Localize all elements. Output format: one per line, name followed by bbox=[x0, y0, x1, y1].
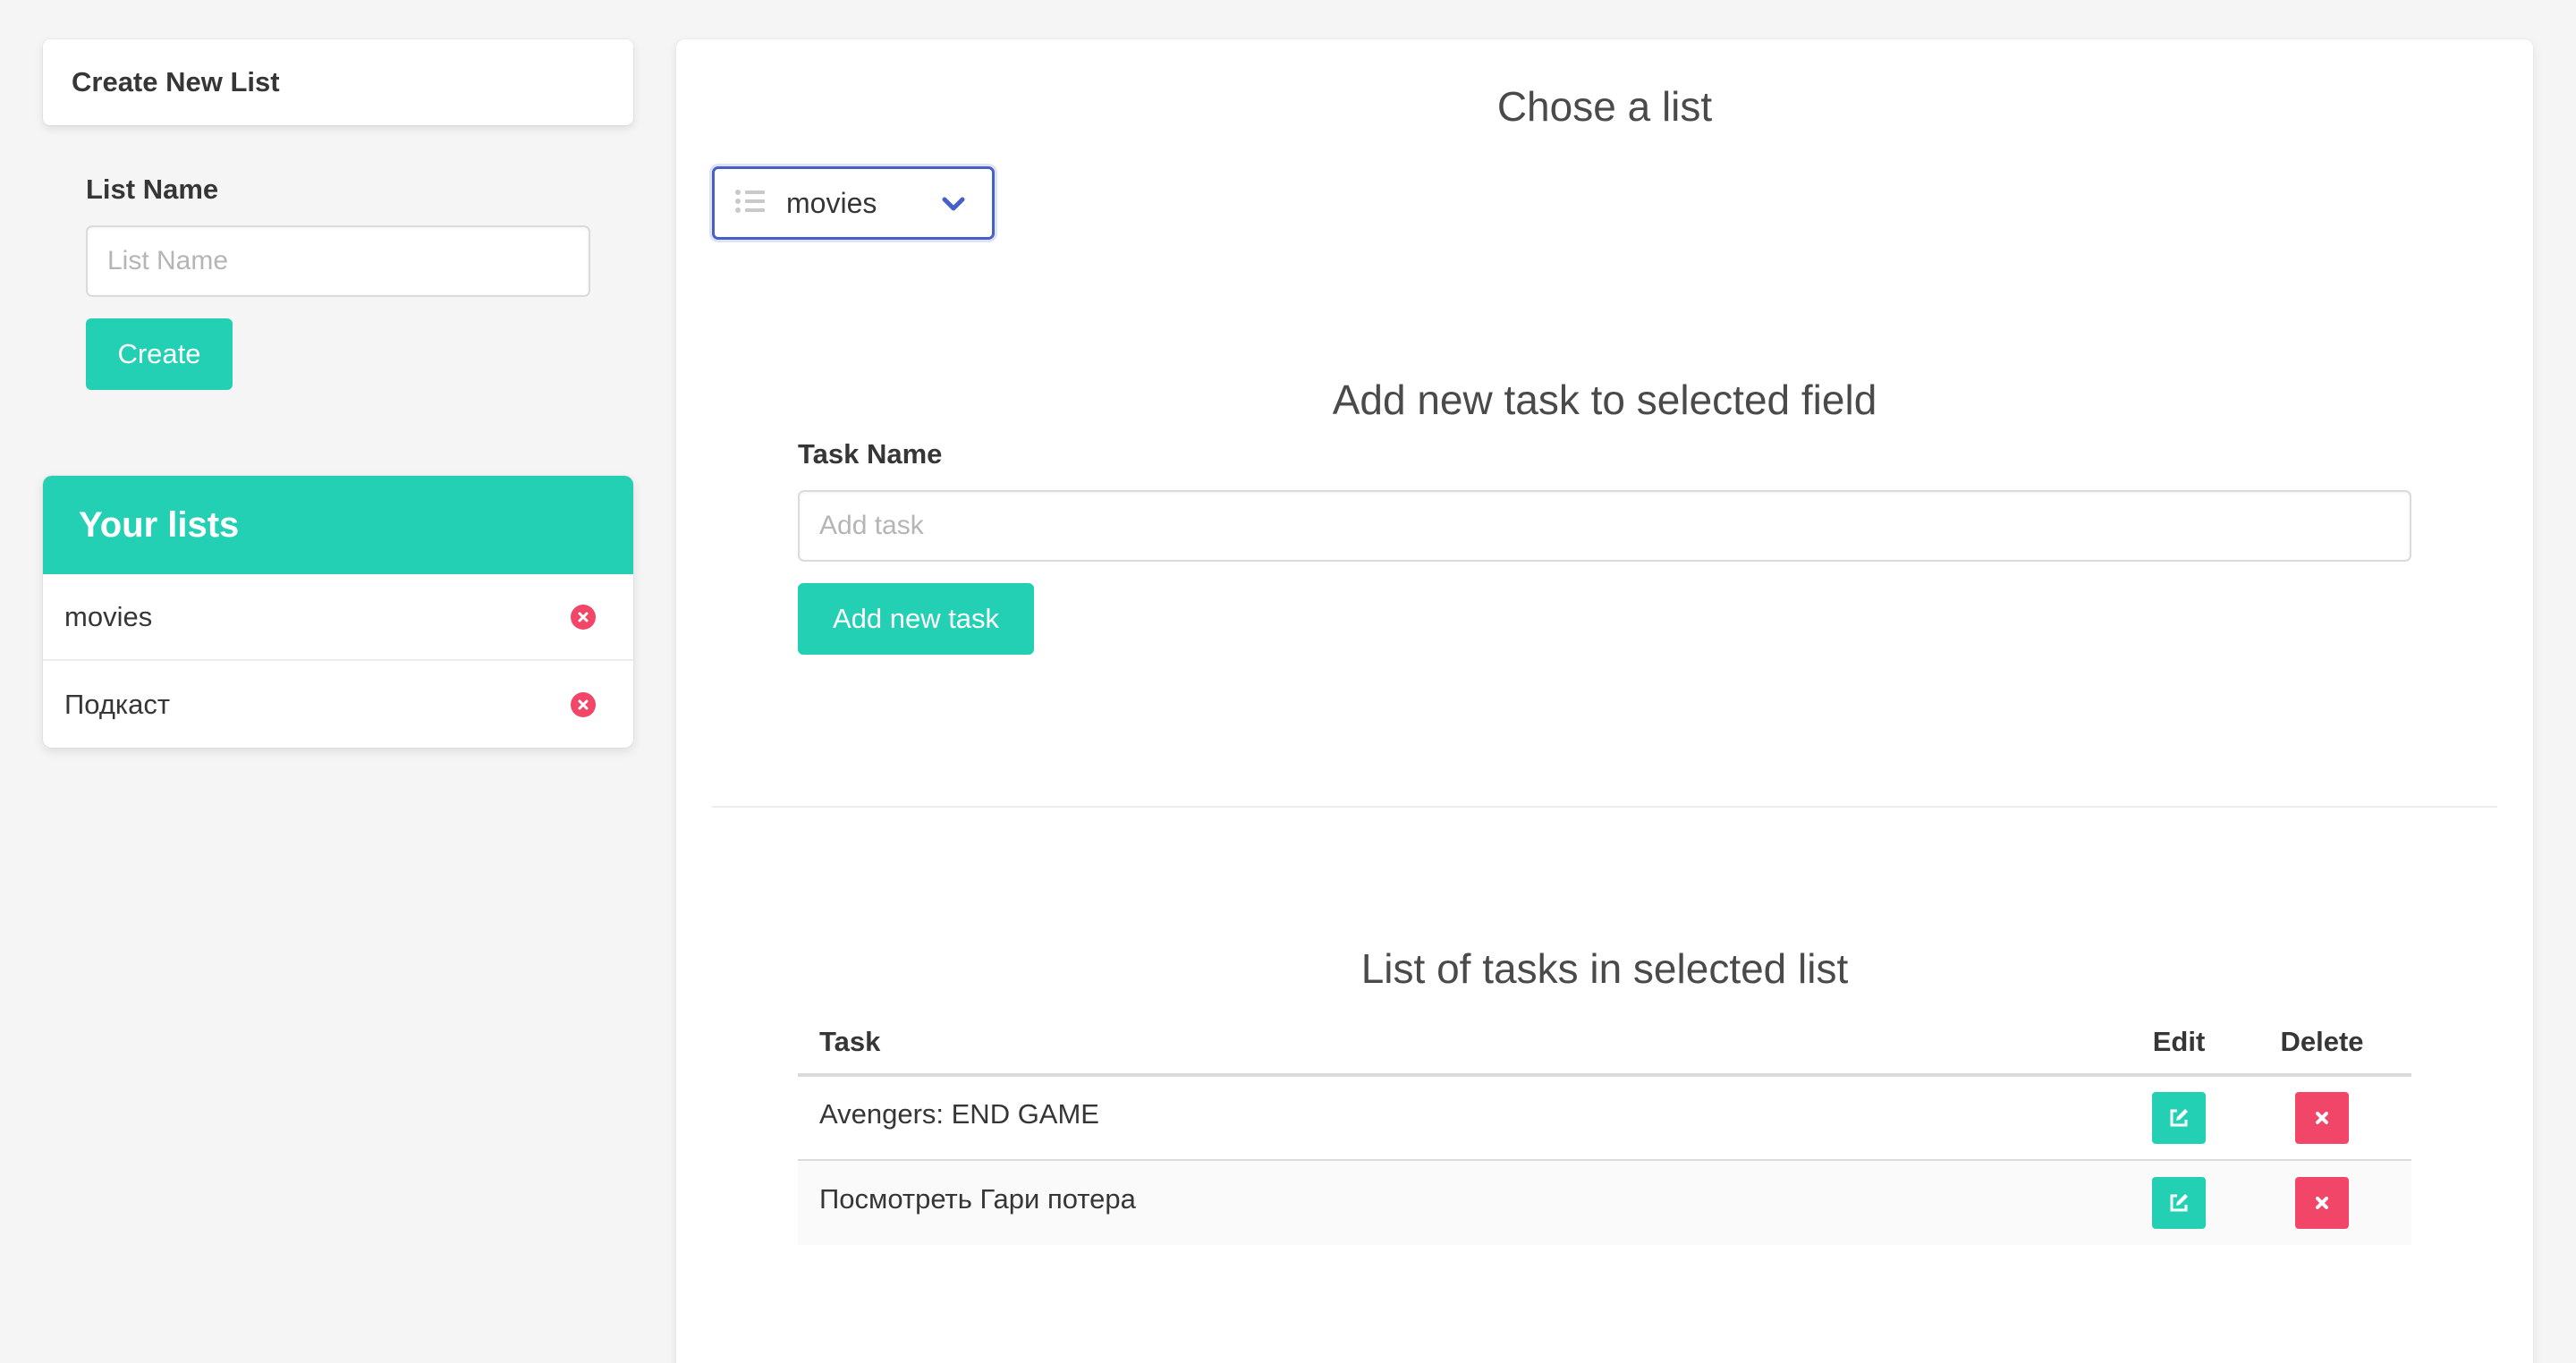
list-select[interactable]: movies bbox=[712, 166, 995, 240]
edit-task-button[interactable] bbox=[2152, 1092, 2206, 1144]
times-circle-icon[interactable] bbox=[571, 604, 596, 630]
edit-icon bbox=[2170, 1194, 2188, 1212]
table-row: Avengers: END GAME bbox=[798, 1077, 2411, 1161]
column-header-edit: Edit bbox=[2152, 1026, 2206, 1057]
your-lists-heading: Your lists bbox=[43, 476, 633, 574]
edit-icon bbox=[2170, 1109, 2188, 1127]
task-name: Посмотреть Гари потера bbox=[819, 1183, 1136, 1215]
add-new-task-button[interactable]: Add new task bbox=[798, 583, 1034, 655]
add-task-title: Add new task to selected field bbox=[1332, 377, 1877, 423]
column-header-delete: Delete bbox=[2280, 1026, 2364, 1057]
task-name: Avengers: END GAME bbox=[819, 1098, 1099, 1130]
list-item[interactable]: Подкаст bbox=[43, 661, 633, 748]
create-list-title: Create New List bbox=[72, 66, 280, 97]
list-item-name: Подкаст bbox=[64, 688, 171, 720]
times-icon bbox=[2316, 1197, 2328, 1209]
create-list-button[interactable]: Create bbox=[86, 318, 233, 390]
delete-task-button[interactable] bbox=[2295, 1177, 2349, 1229]
times-icon bbox=[2316, 1112, 2328, 1124]
list-name-label: List Name bbox=[86, 174, 219, 205]
list-name-input[interactable] bbox=[86, 225, 590, 297]
section-divider bbox=[712, 806, 2497, 808]
list-select-value: movies bbox=[786, 186, 877, 219]
create-list-card: Create New List bbox=[43, 39, 633, 125]
tasks-table: Task Edit Delete Avengers: END GAME Посм… bbox=[798, 1011, 2411, 1245]
tasks-list-title: List of tasks in selected list bbox=[1360, 945, 1849, 992]
chose-list-title: Chose a list bbox=[1496, 83, 1713, 130]
column-header-task: Task bbox=[819, 1026, 881, 1057]
chevron-down-icon bbox=[940, 190, 967, 222]
your-lists-panel: Your lists movies Подкаст bbox=[43, 476, 633, 748]
list-item[interactable]: movies bbox=[43, 574, 633, 661]
table-header: Task Edit Delete bbox=[798, 1011, 2411, 1077]
page: Create New List List Name Create Your li… bbox=[0, 0, 2576, 1363]
delete-task-button[interactable] bbox=[2295, 1092, 2349, 1144]
list-icon bbox=[734, 188, 767, 219]
times-circle-icon[interactable] bbox=[571, 691, 596, 717]
task-name-label: Task Name bbox=[798, 438, 943, 470]
task-name-input[interactable] bbox=[798, 490, 2411, 562]
table-row: Посмотреть Гари потера bbox=[798, 1161, 2411, 1245]
edit-task-button[interactable] bbox=[2152, 1177, 2206, 1229]
list-item-name: movies bbox=[64, 600, 153, 632]
